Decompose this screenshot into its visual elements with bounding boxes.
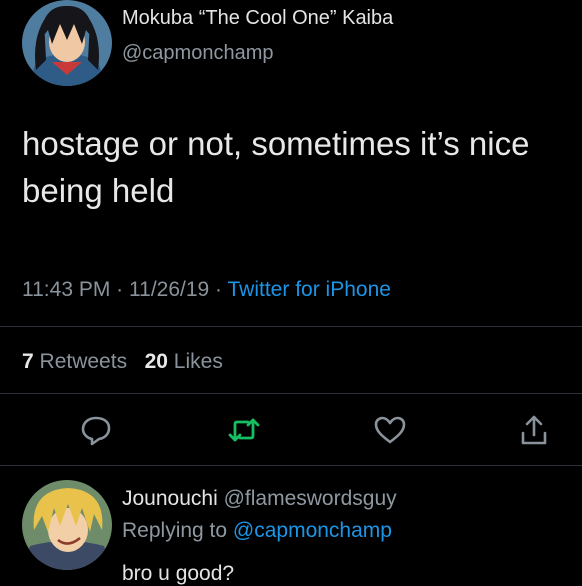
- reply-author[interactable]: Jounouchi @flameswordsguy: [122, 487, 397, 511]
- like-button[interactable]: [372, 412, 408, 448]
- reply-button[interactable]: [78, 412, 114, 448]
- meta-separator: ·: [116, 278, 124, 301]
- tweet-date[interactable]: 11/26/19: [129, 278, 209, 301]
- retweet-button[interactable]: [226, 412, 262, 448]
- tweet-time: 11:43 PM: [22, 278, 111, 301]
- retweets-label: Retweets: [39, 350, 128, 373]
- reply-icon: [81, 416, 111, 446]
- retweets-count: 7: [22, 350, 34, 373]
- tweet-text: hostage or not, sometimes it’s nice bein…: [22, 125, 530, 209]
- reply-author-handle[interactable]: @flameswordsguy: [224, 487, 397, 510]
- author-avatar[interactable]: [22, 0, 112, 86]
- author-name[interactable]: Mokuba “The Cool One” Kaiba: [122, 7, 393, 30]
- like-icon: [374, 416, 406, 444]
- reply-text: bro u good?: [122, 562, 235, 585]
- reply-author-name[interactable]: Jounouchi: [122, 487, 218, 510]
- likes-label: Likes: [173, 350, 223, 373]
- replying-to-label: Replying to: [122, 519, 228, 542]
- meta-separator: ·: [215, 278, 223, 301]
- replying-to-mention[interactable]: @capmonchamp: [233, 519, 392, 542]
- retweets-link[interactable]: 7 Retweets: [22, 350, 133, 373]
- likes-link[interactable]: 20 Likes: [145, 350, 223, 373]
- divider: [0, 465, 582, 466]
- likes-count: 20: [144, 350, 168, 373]
- reply-author-avatar[interactable]: [22, 480, 112, 570]
- author-handle[interactable]: @capmonchamp: [122, 42, 273, 65]
- divider: [0, 326, 582, 327]
- retweet-icon: [228, 418, 260, 442]
- tweet-source-link[interactable]: Twitter for iPhone: [228, 278, 391, 301]
- tweet-stats: 7 Retweets 20 Likes: [22, 350, 223, 374]
- replying-to: Replying to @capmonchamp: [122, 519, 392, 543]
- divider: [0, 393, 582, 394]
- share-button[interactable]: [516, 412, 552, 448]
- tweet-meta: 11:43 PM · 11/26/19 · Twitter for iPhone: [22, 278, 391, 302]
- share-icon: [521, 415, 547, 445]
